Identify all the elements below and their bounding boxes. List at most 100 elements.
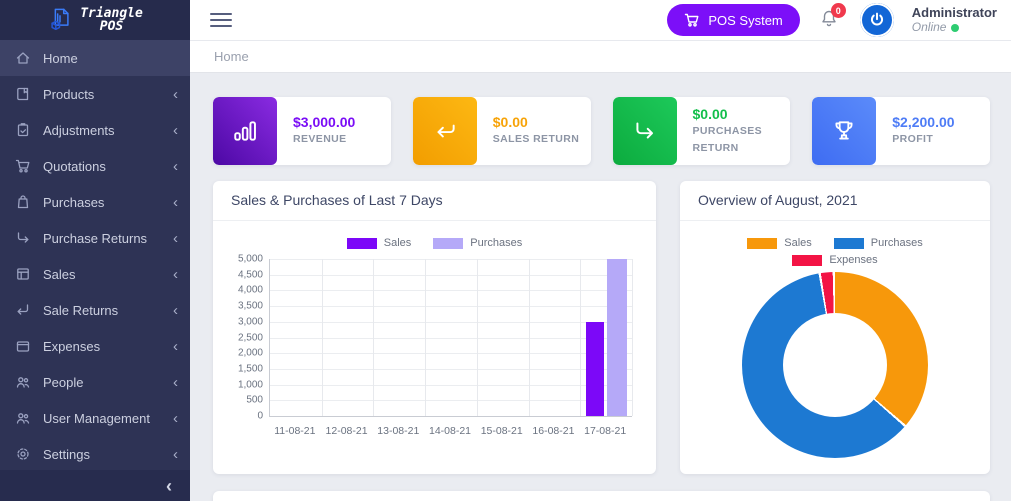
grid-line xyxy=(270,290,632,291)
chevron-left-icon: ‹ xyxy=(166,477,172,495)
chevron-left-icon: ‹ xyxy=(173,231,178,246)
sidebar-item-home[interactable]: Home xyxy=(0,40,190,76)
charts-row: Sales & Purchases of Last 7 Days Sales Pu… xyxy=(213,181,990,474)
donut-chart-card: Overview of August, 2021 SalesPurchasesE… xyxy=(680,181,990,474)
corner-down-right-icon xyxy=(613,97,677,165)
legend-item: Expenses xyxy=(792,254,877,266)
sidebar-collapse-button[interactable]: ‹ xyxy=(0,470,190,501)
sidebar-item-label: Sale Returns xyxy=(43,303,173,318)
stat-card-revenue: $3,000.00 REVENUE xyxy=(213,97,391,165)
stat-value: $0.00 xyxy=(493,114,579,131)
grid-line xyxy=(270,306,632,307)
sidebar-item-user-management[interactable]: User Management ‹ xyxy=(0,400,190,436)
logo-text: Triangle POS xyxy=(80,7,143,33)
pos-system-button[interactable]: POS System xyxy=(667,4,799,36)
sidebar-item-quotations[interactable]: Quotations ‹ xyxy=(0,148,190,184)
bar-chart: 05001,0001,5002,0002,5003,0003,5004,0004… xyxy=(225,253,644,439)
user-avatar[interactable] xyxy=(860,3,894,37)
purchases-icon xyxy=(14,194,32,210)
user-name: Administrator xyxy=(912,5,997,20)
y-tick-label: 3,000 xyxy=(225,316,263,327)
user-management-icon xyxy=(14,410,32,426)
stat-label: PURCHASES RETURN xyxy=(693,123,791,157)
stat-label: SALES RETURN xyxy=(493,131,579,148)
legend-swatch xyxy=(747,238,777,249)
sale-returns-icon xyxy=(14,302,32,318)
y-tick-label: 4,500 xyxy=(225,269,263,280)
notifications-button[interactable]: 0 xyxy=(818,7,842,33)
power-icon xyxy=(868,11,886,29)
chevron-left-icon: ‹ xyxy=(173,159,178,174)
logo[interactable]: Triangle POS xyxy=(0,0,190,40)
stat-card-sales-return: $0.00 SALES RETURN xyxy=(413,97,591,165)
legend-item: Purchases xyxy=(834,237,923,249)
hamburger-menu-icon[interactable] xyxy=(210,9,232,31)
sidebar-item-label: Quotations xyxy=(43,159,173,174)
sidebar: Triangle POS Home Products ‹ Adjustments… xyxy=(0,0,190,501)
sidebar-item-sales[interactable]: Sales ‹ xyxy=(0,256,190,292)
bar-chart-title: Sales & Purchases of Last 7 Days xyxy=(231,192,443,208)
sidebar-item-label: Purchases xyxy=(43,195,173,210)
grid-line xyxy=(270,400,632,401)
bar-sales xyxy=(586,322,604,416)
y-tick-label: 500 xyxy=(225,395,263,406)
sidebar-menu: Home Products ‹ Adjustments ‹ Quotations… xyxy=(0,40,190,472)
sidebar-item-sale-returns[interactable]: Sale Returns ‹ xyxy=(0,292,190,328)
x-tick-label: 16-08-21 xyxy=(532,425,574,437)
grid-line xyxy=(529,259,530,416)
legend-label: Purchases xyxy=(470,237,522,249)
sidebar-item-purchase-returns[interactable]: Purchase Returns ‹ xyxy=(0,220,190,256)
legend-label: Sales xyxy=(784,237,812,249)
x-tick-label: 14-08-21 xyxy=(429,425,471,437)
sidebar-item-label: Sales xyxy=(43,267,173,282)
y-tick-label: 2,000 xyxy=(225,348,263,359)
products-icon xyxy=(14,86,32,102)
sidebar-item-purchases[interactable]: Purchases ‹ xyxy=(0,184,190,220)
chevron-left-icon: ‹ xyxy=(173,447,178,462)
sidebar-item-adjustments[interactable]: Adjustments ‹ xyxy=(0,112,190,148)
grid-line xyxy=(270,259,632,260)
y-tick-label: 4,000 xyxy=(225,285,263,296)
donut-chart-legend: Sales Purchases Expenses xyxy=(715,237,955,266)
dashboard-screen: Triangle POS Home Products ‹ Adjustments… xyxy=(0,0,1011,501)
grid-line xyxy=(270,338,632,339)
legend-swatch xyxy=(834,238,864,249)
donut-chart xyxy=(692,272,978,458)
sidebar-item-label: Products xyxy=(43,87,173,102)
x-tick-label: 12-08-21 xyxy=(326,425,368,437)
sidebar-item-products[interactable]: Products ‹ xyxy=(0,76,190,112)
bar-purchases xyxy=(607,259,627,416)
adjustments-icon xyxy=(14,122,32,138)
settings-icon xyxy=(14,446,32,462)
stat-card-purchases-return: $0.00 PURCHASES RETURN xyxy=(613,97,791,165)
x-tick-label: 17-08-21 xyxy=(584,425,626,437)
purchase-returns-icon xyxy=(14,230,32,246)
grid-line xyxy=(580,259,581,416)
quotations-icon xyxy=(14,158,32,174)
chevron-left-icon: ‹ xyxy=(173,123,178,138)
stat-value: $2,200.00 xyxy=(892,114,954,131)
sidebar-item-label: People xyxy=(43,375,173,390)
sidebar-item-settings[interactable]: Settings ‹ xyxy=(0,436,190,472)
y-tick-label: 3,500 xyxy=(225,301,263,312)
sidebar-item-label: Adjustments xyxy=(43,123,173,138)
grid-line xyxy=(270,353,632,354)
x-tick-label: 11-08-21 xyxy=(274,425,315,437)
chevron-left-icon: ‹ xyxy=(173,195,178,210)
bar-chart-card: Sales & Purchases of Last 7 Days Sales Pu… xyxy=(213,181,656,474)
topbar: POS System 0 Administrator Online xyxy=(190,0,1011,41)
sidebar-item-label: User Management xyxy=(43,411,173,426)
bar-chart-legend: Sales Purchases xyxy=(315,237,555,249)
y-tick-label: 1,500 xyxy=(225,363,263,374)
sidebar-item-people[interactable]: People ‹ xyxy=(0,364,190,400)
donut-graphic xyxy=(742,272,928,458)
grid-line xyxy=(322,259,323,416)
chevron-left-icon: ‹ xyxy=(173,339,178,354)
legend-label: Sales xyxy=(384,237,412,249)
chevron-left-icon: ‹ xyxy=(173,87,178,102)
sidebar-item-label: Expenses xyxy=(43,339,173,354)
breadcrumb-home-link[interactable]: Home xyxy=(214,49,249,64)
sidebar-item-expenses[interactable]: Expenses ‹ xyxy=(0,328,190,364)
plot-area xyxy=(269,259,632,417)
grid-line xyxy=(373,259,374,416)
